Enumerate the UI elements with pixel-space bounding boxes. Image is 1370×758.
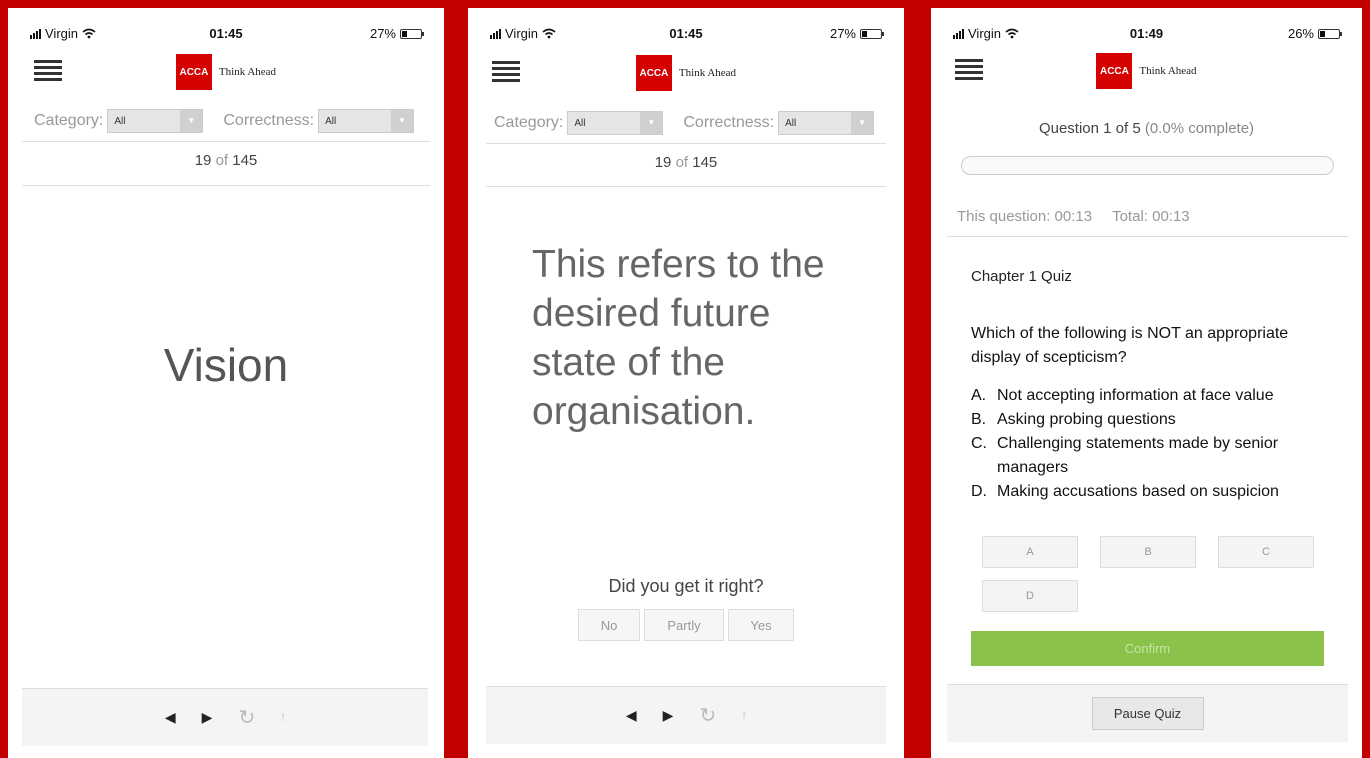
flashcard-screen-front: Virgin 01:45 27% ACCA Think Ahead Catego… — [8, 8, 444, 758]
acca-logo: ACCA — [635, 55, 672, 91]
divider — [22, 185, 430, 186]
option-d: D. Making accusations based on suspicion — [971, 483, 1279, 500]
filter-bar: Category: All ▼ Correctness: All ▼ — [494, 111, 884, 135]
status-bar: Virgin 01:49 26% — [931, 24, 1362, 44]
acca-logo: ACCA — [175, 54, 212, 90]
brand-header: ACCA Think Ahead — [468, 55, 904, 91]
answer-c-button[interactable]: C — [1218, 536, 1314, 568]
partly-button[interactable]: Partly — [644, 609, 724, 641]
battery-percent: 27% — [829, 26, 856, 41]
refresh-icon[interactable]: ↻ — [699, 703, 716, 728]
divider — [22, 141, 430, 142]
flashcard-screen-back: Virgin 01:45 27% ACCA Think Ahead Catego… — [468, 8, 904, 758]
quiz-footer: Pause Quiz — [947, 684, 1348, 742]
category-label: Category: — [494, 114, 564, 131]
battery-icon — [1318, 28, 1342, 39]
battery-percent: 26% — [1287, 26, 1314, 41]
brand-tagline: Think Ahead — [678, 67, 737, 79]
card-nav-footer: ◀ ▶ ↻ ꜝ — [22, 688, 428, 746]
brand-tagline: Think Ahead — [218, 66, 277, 78]
answer-b-button[interactable]: B — [1100, 536, 1196, 568]
flip-icon[interactable]: ꜝ — [742, 712, 746, 728]
brand-tagline: Think Ahead — [1139, 65, 1197, 77]
category-label: Category: — [34, 112, 104, 129]
answer-buttons: A B C D — [982, 536, 1314, 612]
question-progress-text: Question 1 of 5 (0.0% complete) — [1038, 120, 1255, 137]
filter-bar: Category: All ▼ Correctness: All ▼ — [34, 109, 424, 133]
battery-icon — [860, 28, 884, 39]
quiz-title: Chapter 1 Quiz — [971, 268, 1072, 285]
option-c: C. Challenging statements made by senior … — [971, 435, 1279, 476]
no-button[interactable]: No — [578, 609, 640, 641]
answer-a-button[interactable]: A — [982, 536, 1078, 568]
correctness-label: Correctness: — [223, 112, 315, 129]
divider — [486, 143, 886, 144]
option-b: B. Asking probing questions — [971, 411, 1176, 428]
chevron-down-icon: ▼ — [391, 110, 414, 132]
status-bar: Virgin 01:45 27% — [468, 24, 904, 44]
category-select[interactable]: All ▼ — [567, 111, 664, 135]
status-bar: Virgin 01:45 27% — [8, 24, 444, 44]
quiz-screen: Virgin 01:49 26% ACCA Think Ahead Questi… — [931, 8, 1362, 758]
quiz-timers: This question: 00:13 Total: 00:13 — [957, 208, 1190, 225]
card-counter: 19 of 145 — [194, 152, 258, 169]
prev-icon[interactable]: ◀ — [165, 709, 176, 726]
chevron-down-icon: ▼ — [851, 112, 874, 134]
self-assess-buttons: No Partly Yes — [468, 609, 904, 641]
next-icon[interactable]: ▶ — [202, 709, 213, 726]
card-counter: 19 of 145 — [654, 154, 718, 171]
self-assess-prompt: Did you get it right? — [608, 576, 764, 596]
flashcard-definition[interactable]: This refers to the desired future state … — [532, 240, 864, 436]
acca-logo: ACCA — [1096, 53, 1133, 89]
flashcard-term[interactable]: Vision — [8, 338, 444, 392]
category-select[interactable]: All ▼ — [107, 109, 204, 133]
correctness-select[interactable]: All ▼ — [778, 111, 875, 135]
chevron-down-icon: ▼ — [180, 110, 203, 132]
total-timer: Total: 00:13 — [1112, 208, 1190, 225]
answer-d-button[interactable]: D — [982, 580, 1078, 612]
yes-button[interactable]: Yes — [728, 609, 794, 641]
option-list: A. Not accepting information at face valu… — [971, 384, 1326, 504]
prev-icon[interactable]: ◀ — [626, 707, 637, 724]
divider — [947, 236, 1348, 237]
card-nav-footer: ◀ ▶ ↻ ꜝ — [486, 686, 886, 744]
question-text: Which of the following is NOT an appropr… — [971, 325, 1289, 366]
pause-quiz-button[interactable]: Pause Quiz — [1091, 697, 1204, 730]
correctness-select[interactable]: All ▼ — [318, 109, 415, 133]
battery-icon — [400, 28, 424, 39]
refresh-icon[interactable]: ↻ — [238, 705, 255, 730]
confirm-button[interactable]: Confirm — [971, 631, 1324, 666]
correctness-label: Correctness: — [683, 114, 775, 131]
brand-header: ACCA Think Ahead — [931, 53, 1362, 89]
quiz-progress-bar — [961, 156, 1334, 175]
option-a: A. Not accepting information at face valu… — [971, 387, 1274, 404]
flip-icon[interactable]: ꜝ — [281, 714, 285, 730]
next-icon[interactable]: ▶ — [663, 707, 674, 724]
chevron-down-icon: ▼ — [640, 112, 663, 134]
divider — [486, 186, 886, 187]
battery-percent: 27% — [369, 26, 396, 41]
question-timer: This question: 00:13 — [957, 208, 1093, 225]
brand-header: ACCA Think Ahead — [8, 54, 444, 90]
